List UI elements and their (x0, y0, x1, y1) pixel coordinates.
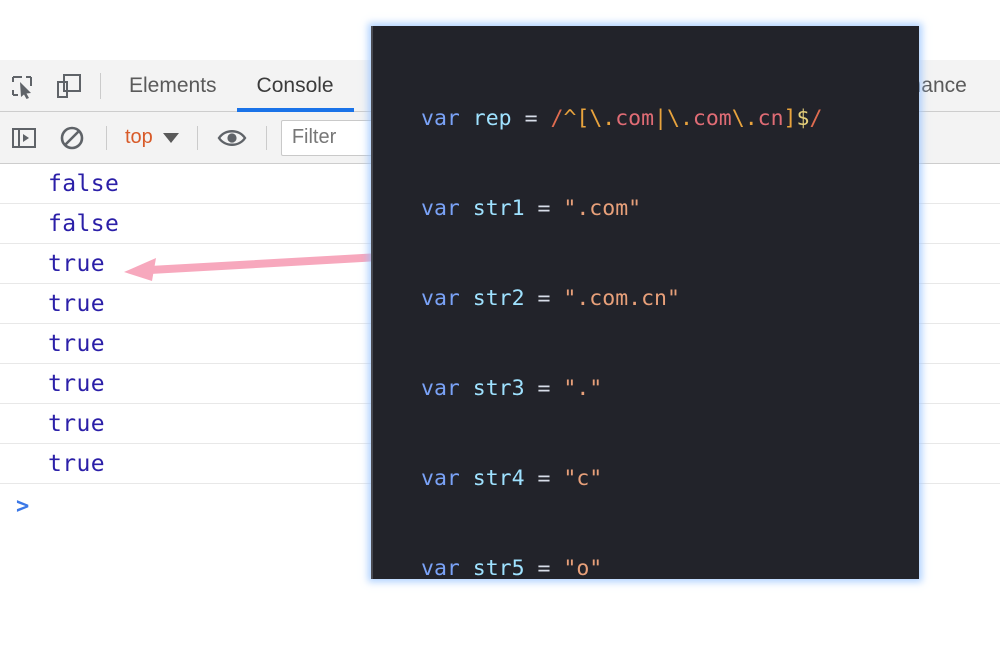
console-value: false (48, 210, 120, 237)
code-token: var (421, 196, 460, 221)
tab-elements-label: Elements (129, 73, 217, 97)
code-line-line-4: var str3 = "." (421, 374, 919, 404)
devtools-window: Elements Console Performance top (0, 0, 1000, 648)
code-token: str3 (472, 376, 525, 401)
code-token: var (421, 286, 460, 311)
code-line-line-1: var rep = /^[\.com|\.com\.cn]$/ (421, 104, 919, 134)
code-line-line-2: var str1 = ".com" (421, 194, 919, 224)
chevron-down-icon (162, 132, 179, 143)
console-value: true (48, 290, 105, 317)
code-token: ".com" (563, 196, 642, 221)
code-token: var (421, 556, 460, 579)
execution-context-select[interactable]: top (117, 126, 187, 149)
code-token: / (550, 106, 564, 131)
tab-console-label: Console (256, 73, 334, 97)
code-token: var (421, 376, 460, 401)
code-token: = (524, 286, 564, 311)
code-token: cn (757, 106, 784, 131)
code-token: = (524, 376, 564, 401)
code-token: ^[ (563, 106, 590, 131)
code-token: str5 (472, 556, 525, 579)
console-value: false (48, 170, 120, 197)
code-token: var (421, 466, 460, 491)
console-value: true (48, 250, 105, 277)
code-line-line-6: var str5 = "o" (421, 554, 919, 579)
code-token: = (524, 466, 564, 491)
execution-context-value: top (125, 126, 153, 148)
code-token: = (511, 106, 551, 131)
code-token: \. (589, 106, 616, 131)
code-line-line-3: var str2 = ".com.cn" (421, 284, 919, 314)
toolbar-divider-3 (265, 125, 267, 150)
clear-console-icon[interactable] (48, 118, 96, 158)
code-token: com (615, 106, 655, 131)
inspect-element-icon[interactable] (0, 60, 46, 112)
code-line-line-5: var str4 = "c" (421, 464, 919, 494)
code-token: / (809, 106, 823, 131)
code-token: \. (667, 106, 693, 131)
console-value: true (48, 330, 105, 357)
console-sidebar-icon[interactable] (0, 118, 48, 158)
console-value: true (48, 370, 105, 397)
tab-elements[interactable]: Elements (109, 60, 237, 112)
toolbar-divider-2 (196, 125, 198, 150)
code-token: | (654, 106, 668, 131)
tabbar-divider (100, 72, 101, 99)
code-token: $ (796, 106, 810, 131)
code-token: = (524, 556, 564, 579)
console-value: true (48, 450, 105, 477)
code-token: str2 (472, 286, 525, 311)
code-token: str1 (472, 196, 525, 221)
code-token: "o" (563, 556, 603, 579)
prompt-chevron-icon: > (16, 493, 30, 519)
code-token: \. (731, 106, 758, 131)
code-token: var (421, 106, 460, 131)
code-token: rep (472, 106, 512, 131)
code-token: com (692, 106, 732, 131)
code-token: str4 (472, 466, 525, 491)
code-token: = (524, 196, 564, 221)
device-toolbar-icon[interactable] (46, 60, 92, 112)
console-value: true (48, 410, 105, 437)
filter-placeholder: Filter (291, 126, 337, 148)
code-token: "." (563, 376, 603, 401)
code-overlay-panel: var rep = /^[\.com|\.com\.cn]$/ var str1… (371, 26, 919, 579)
tab-console[interactable]: Console (236, 60, 354, 112)
code-lines: var rep = /^[\.com|\.com\.cn]$/ var str1… (373, 26, 919, 579)
code-token: "c" (563, 466, 603, 491)
eye-icon[interactable] (208, 118, 256, 158)
toolbar-divider-1 (106, 125, 107, 150)
code-token: ] (783, 106, 797, 131)
code-token: ".com.cn" (563, 286, 680, 311)
